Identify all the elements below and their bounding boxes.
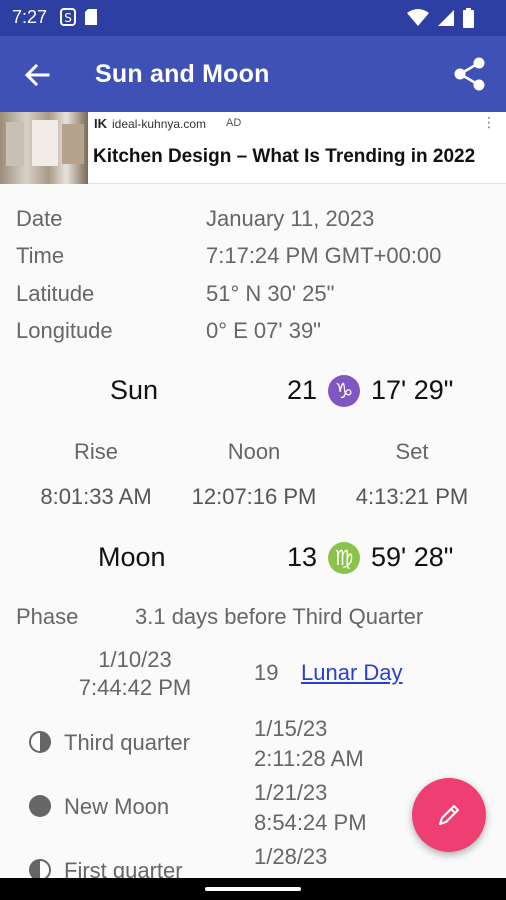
moon-minsec: 59' 28"	[371, 542, 454, 572]
svg-text:S: S	[64, 11, 72, 25]
lunar-day-link[interactable]: Lunar Day	[301, 660, 403, 686]
phase-date: 1/21/23	[254, 780, 328, 805]
app-title: Sun and Moon	[95, 60, 270, 88]
new-moon-icon	[29, 795, 51, 817]
moon-title: Moon	[98, 542, 166, 572]
phase-date: 1/28/23	[254, 844, 328, 869]
lunar-date-time: 7:44:42 PM	[78, 675, 192, 700]
lunar-date: 1/10/23 7:44:42 PM	[40, 646, 230, 702]
share-icon[interactable]	[452, 56, 488, 92]
latitude-label: Latitude	[16, 281, 95, 306]
ad-domain: ideal-kuhnya.com	[112, 117, 207, 131]
noon-label: Noon	[227, 439, 281, 464]
ad-tag: AD	[226, 117, 242, 129]
noon-value: 12:07:16 PM	[191, 484, 317, 509]
latitude-value: 51° N 30' 25"	[206, 281, 335, 306]
set-value: 4:13:21 PM	[355, 484, 469, 509]
lunar-date-day: 1/10/23	[98, 647, 172, 672]
third-quarter-moon-icon	[29, 731, 51, 753]
navigation-bar	[0, 878, 506, 900]
sync-icon: S	[60, 8, 76, 26]
phase-name: New Moon	[64, 794, 170, 819]
lunar-day-number: 19	[254, 660, 279, 685]
moon-degree: 13	[287, 542, 318, 572]
phase-date: 1/15/23	[254, 716, 328, 741]
phase-time: 2:11:28 AM	[254, 746, 364, 771]
time-label: Time	[16, 243, 65, 268]
sd-card-icon	[85, 9, 97, 25]
phase-time: 8:54:24 PM	[254, 810, 367, 835]
sun-minsec: 17' 29"	[371, 375, 454, 405]
back-arrow-icon[interactable]	[22, 60, 52, 90]
phase-datetime: 1/15/23 2:11:28 AM	[254, 714, 364, 774]
ad-image[interactable]	[0, 112, 88, 184]
date-label: Date	[16, 206, 63, 231]
sun-degree: 21	[287, 375, 318, 405]
battery-icon	[463, 8, 474, 28]
virgo-icon: ♍	[328, 542, 360, 574]
rise-label: Rise	[73, 439, 118, 464]
time-value: 7:17:24 PM GMT+00:00	[206, 243, 442, 268]
edit-fab-button[interactable]	[412, 778, 486, 852]
phase-name: Third quarter	[64, 730, 190, 755]
ad-more-icon[interactable]: ⋮	[482, 114, 496, 131]
ad-headline[interactable]: Kitchen Design – What Is Trending in 202…	[93, 146, 475, 168]
pencil-icon	[439, 805, 459, 825]
sun-title: Sun	[110, 375, 159, 405]
wifi-icon	[407, 9, 429, 26]
phase-datetime: 1/21/23 8:54:24 PM	[254, 778, 367, 838]
ad-logo: IK	[94, 116, 107, 131]
rise-value: 8:01:33 AM	[40, 484, 152, 509]
home-handle[interactable]	[205, 887, 301, 891]
phase-label: Phase	[16, 604, 79, 629]
signal-icon	[438, 10, 454, 26]
longitude-label: Longitude	[16, 318, 113, 343]
capricorn-icon: ♑	[328, 375, 360, 407]
ad-banner[interactable]: IK ideal-kuhnya.com AD ⋮ Kitchen Design …	[0, 112, 506, 184]
app-bar: Sun and Moon	[0, 36, 506, 112]
date-value: January 11, 2023	[206, 206, 375, 231]
longitude-value: 0° E 07' 39"	[206, 318, 321, 343]
status-time: 7:27	[12, 7, 48, 27]
phase-value: 3.1 days before Third Quarter	[135, 604, 424, 629]
notification-icons: S	[60, 8, 98, 26]
status-bar: 7:27 S	[0, 0, 506, 36]
set-label: Set	[395, 439, 429, 464]
system-icons	[407, 8, 474, 28]
